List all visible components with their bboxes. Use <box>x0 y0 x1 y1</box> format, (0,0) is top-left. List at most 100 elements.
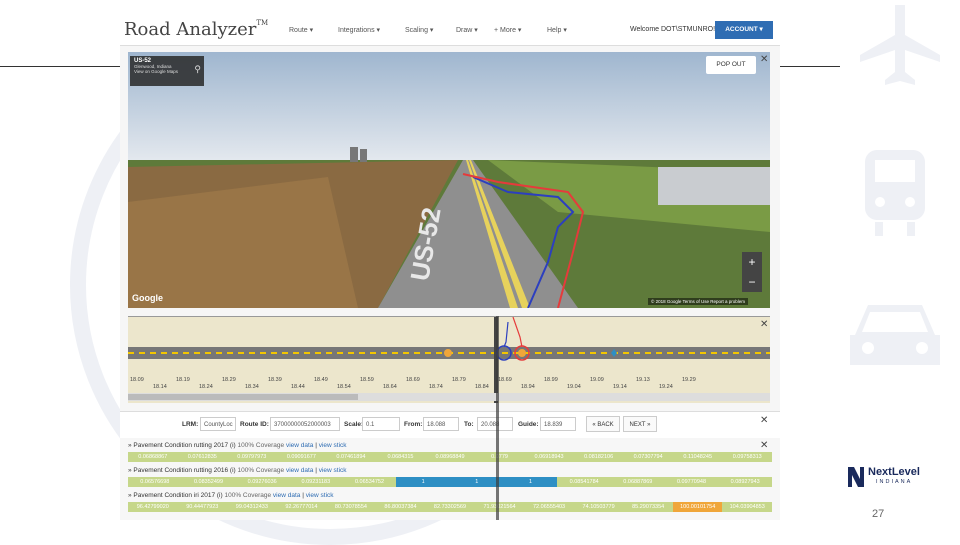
nav-more[interactable]: + More ▾ <box>494 26 521 34</box>
data-cell[interactable]: 0.11048245 <box>673 452 723 462</box>
from-label: From: <box>404 421 423 428</box>
data-cell[interactable]: 0.09276036 <box>235 477 289 487</box>
data-cell[interactable]: 1 <box>396 477 450 487</box>
view-data-link[interactable]: view data <box>286 442 313 449</box>
pop-out-button[interactable]: POP OUT <box>706 56 756 74</box>
tick-label: 18.14 <box>153 384 167 390</box>
tick-label: 18.39 <box>268 377 282 383</box>
view-data-link[interactable]: view data <box>286 467 313 474</box>
data-cell[interactable]: 0.08541784 <box>557 477 611 487</box>
data-panel-close-icon[interactable]: ✕ <box>760 440 768 451</box>
data-cell[interactable]: 0.09770948 <box>665 477 719 487</box>
data-cell[interactable]: 1 <box>503 477 558 487</box>
data-cell[interactable]: 74.10503779 <box>574 502 624 512</box>
nav-draw[interactable]: Draw ▾ <box>456 26 478 34</box>
route-control-bar: LRM: CountyLoc Route ID: 370000000520000… <box>120 411 780 438</box>
view-stick-link[interactable]: view stick <box>306 492 334 499</box>
street-view-panel[interactable]: US-52 US-52 Glenwood, Indiana View on Go… <box>128 52 770 308</box>
row-coverage: 100% Coverage <box>237 467 285 474</box>
value-row-rutting-2017: 0.06868867 0.07612835 0.09797973 0.09091677… <box>128 452 772 462</box>
street-view-footer[interactable]: © 2018 Google Terms of Use Report a prob… <box>648 298 749 305</box>
data-cell[interactable]: 0.08182106 <box>574 452 624 462</box>
train-icon <box>865 150 925 236</box>
data-cell[interactable]: 0.08968849 <box>425 452 475 462</box>
control-bar-close-icon[interactable]: ✕ <box>760 415 768 426</box>
strip-map-panel[interactable]: ✕ 18.09 18.19 18.29 18.39 18.49 18.59 18.69 18.… <box>128 316 770 403</box>
data-cell[interactable]: 100.00101754 <box>672 502 723 512</box>
tick-label: 19.29 <box>682 377 696 383</box>
data-cell[interactable]: 0.0684315 <box>376 452 426 462</box>
zoom-out-icon[interactable]: − <box>742 272 762 292</box>
tick-label: 18.94 <box>521 384 535 390</box>
data-cell[interactable]: 0.06918943 <box>524 452 574 462</box>
nav-route[interactable]: Route ▾ <box>289 26 313 34</box>
account-button[interactable]: ACCOUNT ▾ <box>715 21 773 39</box>
guide-field[interactable]: 18.839 <box>540 417 576 431</box>
nav-help[interactable]: Help ▾ <box>547 26 567 34</box>
tick-label: 18.74 <box>429 384 443 390</box>
page-number: 27 <box>872 508 885 520</box>
data-cell[interactable]: 0.06868867 <box>128 452 178 462</box>
back-button[interactable]: « BACK <box>586 416 620 432</box>
next-button[interactable]: NEXT » <box>623 416 657 432</box>
zoom-in-icon[interactable]: + <box>742 252 762 272</box>
data-cell[interactable]: 0.09091677 <box>277 452 327 462</box>
tick-label: 18.29 <box>222 377 236 383</box>
route-id-field[interactable]: 37000000052000003 <box>270 417 340 431</box>
app-title: Road Analyzer <box>124 19 257 40</box>
data-cell[interactable]: 104.03904853 <box>722 502 772 512</box>
data-cell[interactable]: 71.93021564 <box>475 502 525 512</box>
tick-label: 18.79 <box>452 377 466 383</box>
data-cell[interactable]: 96.42799020 <box>128 502 178 512</box>
street-view-close-icon[interactable]: ✕ <box>760 54 768 65</box>
data-cell[interactable]: 72.06555403 <box>524 502 574 512</box>
slide-divider-right <box>780 66 840 67</box>
data-cell[interactable]: 86.80037384 <box>376 502 426 512</box>
scale-field[interactable]: 0.1 <box>362 417 400 431</box>
to-field[interactable]: 20.088 <box>477 417 513 431</box>
welcome-text: Welcome DOT\STMUNRO! <box>630 26 716 33</box>
view-stick-link[interactable]: view stick <box>319 467 347 474</box>
data-cell[interactable]: 0.06887869 <box>611 477 665 487</box>
data-cell[interactable]: 0.07307794 <box>623 452 673 462</box>
app-logo[interactable]: Road AnalyzerTM <box>124 19 268 40</box>
strip-scroll-thumb[interactable] <box>128 394 358 400</box>
data-cell[interactable]: 99.04312433 <box>227 502 277 512</box>
airplane-icon <box>860 5 940 85</box>
data-cell[interactable]: 92.26777014 <box>277 502 327 512</box>
nav-scaling[interactable]: Scaling ▾ <box>405 26 433 34</box>
tick-label: 18.34 <box>245 384 259 390</box>
data-cell[interactable]: 0.09797973 <box>227 452 277 462</box>
data-cell[interactable]: 82.73302569 <box>425 502 475 512</box>
data-cell[interactable]: 0.06576698 <box>128 477 182 487</box>
view-data-link[interactable]: view data <box>273 492 300 499</box>
guide-position-line[interactable] <box>496 316 499 520</box>
data-cell[interactable]: 0.0779 <box>475 452 525 462</box>
side-icon-column <box>835 0 955 540</box>
nav-integrations[interactable]: Integrations ▾ <box>338 26 380 34</box>
data-cell[interactable]: 0.08927943 <box>718 477 772 487</box>
tick-label: 19.14 <box>613 384 627 390</box>
data-cell[interactable]: 0.09758313 <box>722 452 772 462</box>
scale-label: Scale: <box>344 421 364 428</box>
data-cell[interactable]: 80.73078554 <box>326 502 376 512</box>
data-cell[interactable]: 0.07461894 <box>326 452 376 462</box>
tick-label: 19.09 <box>590 377 604 383</box>
data-cell[interactable]: 0.06534752 <box>343 477 397 487</box>
from-field[interactable]: 18.088 <box>423 417 459 431</box>
data-cell[interactable]: 85.29073354 <box>623 502 673 512</box>
strip-scrollbar[interactable] <box>128 393 770 401</box>
data-cell[interactable]: 0.08352499 <box>182 477 236 487</box>
lrm-select[interactable]: CountyLoc <box>200 417 236 431</box>
zoom-control[interactable]: + − <box>742 252 762 292</box>
road-analyzer-window: Road AnalyzerTM Route ▾ Integrations ▾ S… <box>120 16 780 520</box>
tick-label: 19.04 <box>567 384 581 390</box>
row-title-text: » Pavement Condition iri 2017 (i) <box>128 492 223 499</box>
data-cell[interactable]: 0.09231183 <box>289 477 343 487</box>
view-on-google-maps-link[interactable]: View on Google Maps <box>134 69 200 74</box>
trademark-mark: TM <box>256 19 269 27</box>
lrm-label: LRM: <box>182 421 199 428</box>
data-cell[interactable]: 90.44477923 <box>178 502 228 512</box>
data-cell[interactable]: 0.07612835 <box>178 452 228 462</box>
view-stick-link[interactable]: view stick <box>319 442 347 449</box>
